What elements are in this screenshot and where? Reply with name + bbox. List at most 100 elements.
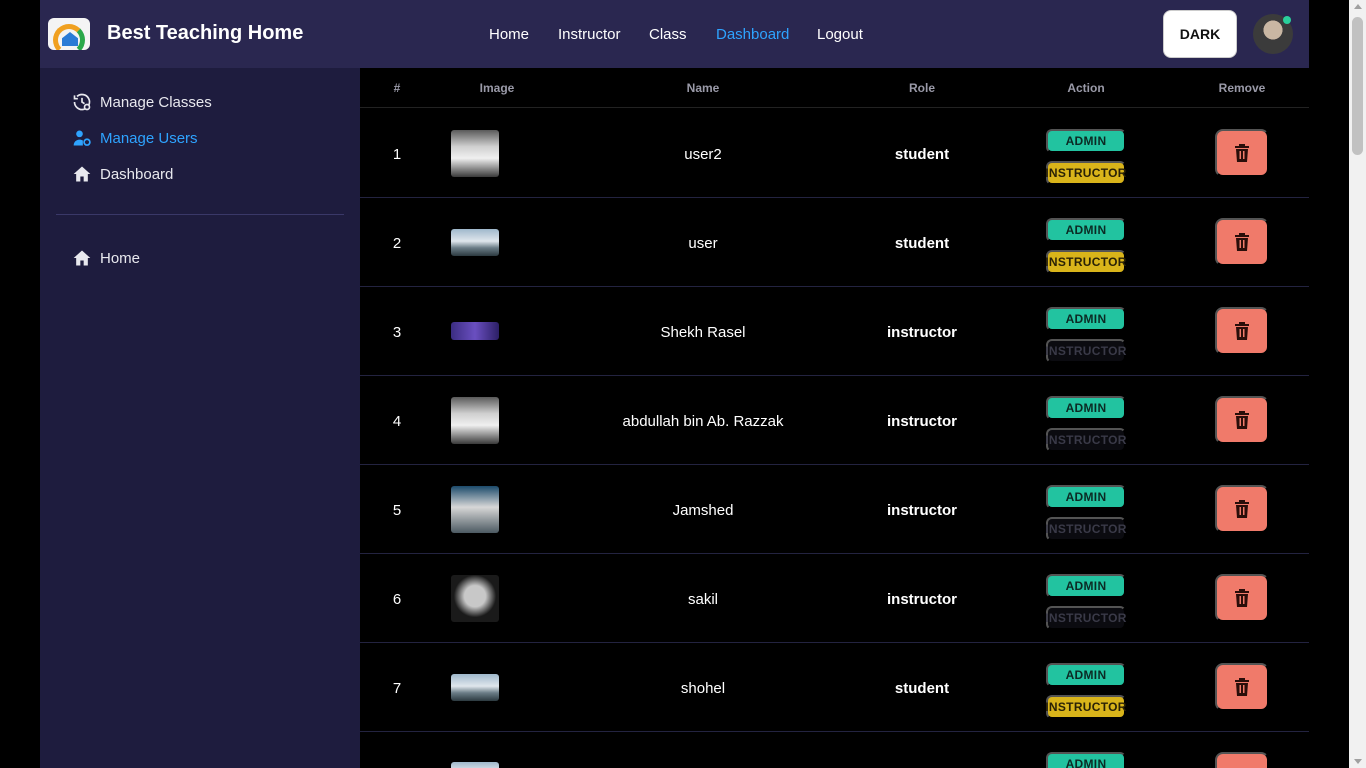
make-admin-button[interactable]: ADMIN — [1046, 485, 1126, 509]
row-index: 2 — [392, 235, 402, 252]
table-row: 7 shohel student ADMIN INSTRUCTOR — [360, 643, 1309, 732]
trash-icon — [1235, 500, 1249, 518]
sidebar-item-label: Dashboard — [100, 165, 174, 183]
delete-user-button[interactable] — [1215, 396, 1269, 444]
delete-user-button[interactable] — [1215, 129, 1269, 177]
user-role: instructor — [886, 324, 957, 341]
nav-link-dashboard[interactable]: Dashboard — [716, 26, 789, 43]
user-name: Jamshed — [672, 502, 734, 519]
header-role: Role — [908, 81, 935, 95]
sidebar-item-label: Manage Classes — [100, 93, 212, 111]
user-name: user — [688, 235, 718, 252]
header-remove: Remove — [1218, 81, 1266, 95]
nav-link-home[interactable]: Home — [489, 26, 529, 43]
home-icon — [73, 166, 91, 182]
row-index: 4 — [392, 413, 402, 430]
school-logo-icon[interactable] — [48, 18, 90, 50]
user-photo — [451, 762, 499, 768]
make-instructor-button[interactable]: INSTRUCTOR — [1045, 250, 1126, 274]
trash-icon — [1235, 144, 1249, 162]
page-scrollbar[interactable] — [1349, 0, 1366, 768]
user-photo — [451, 674, 499, 701]
user-gear-icon — [73, 130, 91, 146]
delete-user-button[interactable] — [1215, 574, 1269, 622]
table-header: # Image Name Role Action Remove — [360, 68, 1309, 108]
row-index: 3 — [392, 324, 402, 341]
make-instructor-button-disabled[interactable]: INSTRUCTOR — [1045, 339, 1126, 363]
brand-title[interactable]: Best Teaching Home — [107, 22, 303, 45]
user-role: student — [894, 680, 950, 697]
scroll-up-arrow-icon[interactable] — [1354, 4, 1362, 9]
make-admin-button[interactable]: ADMIN — [1046, 752, 1126, 768]
user-name: abdullah bin Ab. Razzak — [622, 413, 784, 430]
home-icon — [73, 250, 91, 266]
table-row-partial: ADMIN — [360, 732, 1309, 768]
table-row: 5 Jamshed instructor ADMIN INSTRUCTOR — [360, 465, 1309, 554]
user-role: instructor — [886, 502, 957, 519]
nav-link-class[interactable]: Class — [649, 26, 687, 43]
header-name: Name — [686, 81, 720, 95]
header-index: # — [393, 81, 401, 95]
delete-user-button[interactable] — [1215, 752, 1269, 768]
user-photo — [451, 322, 499, 340]
user-photo — [451, 229, 499, 256]
users-table: # Image Name Role Action Remove 1 user2 … — [360, 68, 1309, 768]
user-role: instructor — [886, 413, 957, 430]
make-instructor-button-disabled[interactable]: INSTRUCTOR — [1045, 428, 1126, 452]
header-image: Image — [479, 81, 515, 95]
user-name: user2 — [684, 146, 722, 163]
make-admin-button[interactable]: ADMIN — [1046, 663, 1126, 687]
make-instructor-button[interactable]: INSTRUCTOR — [1045, 161, 1126, 185]
sidebar: Manage Classes Manage Users Dashboard Ho… — [40, 68, 360, 768]
row-index: 1 — [392, 146, 402, 163]
scrollbar-thumb[interactable] — [1352, 17, 1363, 155]
row-index: 7 — [392, 680, 402, 697]
user-name: sakil — [687, 591, 718, 608]
delete-user-button[interactable] — [1215, 663, 1269, 711]
table-row: 2 user student ADMIN INSTRUCTOR — [360, 198, 1309, 287]
user-avatar[interactable] — [1253, 14, 1293, 54]
delete-user-button[interactable] — [1215, 307, 1269, 355]
theme-toggle-button[interactable]: DARK — [1163, 10, 1237, 58]
make-instructor-button[interactable]: INSTRUCTOR — [1045, 695, 1126, 719]
clock-gear-icon — [73, 93, 91, 111]
header-action: Action — [1067, 81, 1105, 95]
make-admin-button[interactable]: ADMIN — [1046, 574, 1126, 598]
trash-icon — [1235, 233, 1249, 251]
trash-icon — [1235, 322, 1249, 340]
make-admin-button[interactable]: ADMIN — [1046, 396, 1126, 420]
table-row: 6 sakil instructor ADMIN INSTRUCTOR — [360, 554, 1309, 643]
scroll-down-arrow-icon[interactable] — [1354, 759, 1362, 764]
row-index: 6 — [392, 591, 402, 608]
delete-user-button[interactable] — [1215, 485, 1269, 533]
user-role: student — [894, 146, 950, 163]
sidebar-item-manage-users[interactable]: Manage Users — [72, 128, 198, 148]
table-row: 3 Shekh Rasel instructor ADMIN INSTRUCTO… — [360, 287, 1309, 376]
app-frame: Best Teaching Home Home Instructor Class… — [40, 0, 1309, 768]
user-photo — [451, 486, 499, 533]
sidebar-item-label: Manage Users — [100, 129, 198, 147]
row-index: 5 — [392, 502, 402, 519]
trash-icon — [1235, 678, 1249, 696]
nav-link-logout[interactable]: Logout — [817, 26, 863, 43]
trash-icon — [1235, 589, 1249, 607]
user-photo — [451, 575, 499, 622]
user-name: shohel — [680, 680, 726, 697]
sidebar-item-dashboard[interactable]: Dashboard — [72, 164, 173, 184]
make-admin-button[interactable]: ADMIN — [1046, 307, 1126, 331]
nav-link-instructor[interactable]: Instructor — [558, 26, 621, 43]
delete-user-button[interactable] — [1215, 218, 1269, 266]
make-instructor-button-disabled[interactable]: INSTRUCTOR — [1045, 517, 1126, 541]
sidebar-item-home[interactable]: Home — [72, 248, 140, 268]
user-photo — [451, 397, 499, 444]
online-dot-icon — [1283, 16, 1291, 24]
navbar: Best Teaching Home Home Instructor Class… — [40, 0, 1309, 68]
make-admin-button[interactable]: ADMIN — [1046, 129, 1126, 153]
user-photo — [451, 130, 499, 177]
table-row: 1 user2 student ADMIN INSTRUCTOR — [360, 109, 1309, 198]
sidebar-item-manage-classes[interactable]: Manage Classes — [72, 92, 212, 112]
sidebar-divider — [56, 214, 344, 215]
make-instructor-button-disabled[interactable]: INSTRUCTOR — [1045, 606, 1126, 630]
sidebar-item-label: Home — [100, 249, 141, 267]
make-admin-button[interactable]: ADMIN — [1046, 218, 1126, 242]
